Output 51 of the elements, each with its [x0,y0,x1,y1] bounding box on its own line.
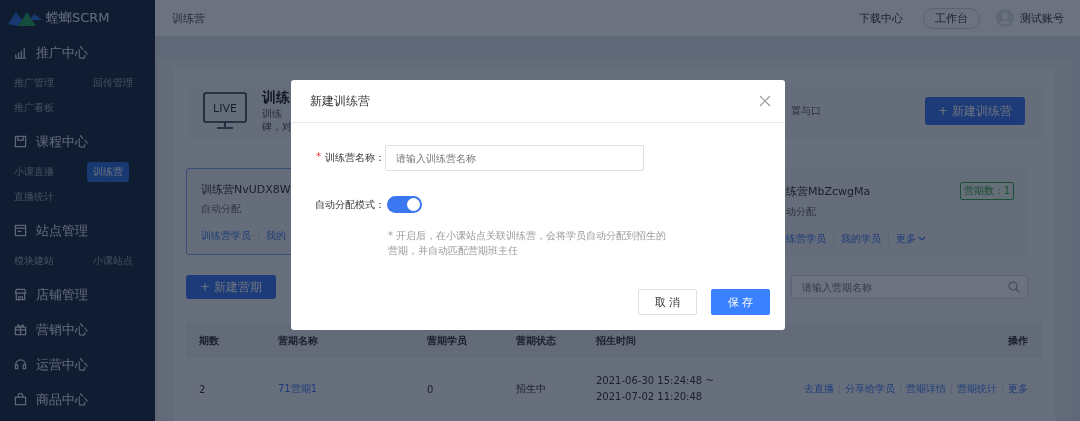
store-icon [14,288,27,301]
column-header: 期数 [186,323,265,358]
camp-link[interactable]: 练营学员 [786,232,826,246]
search-icon [1008,281,1020,293]
breadcrumb: 训练营 [172,10,206,26]
download-center-link[interactable]: 下载中心 [859,10,903,26]
toggle-switch[interactable] [387,196,422,213]
save-button[interactable]: 保 存 [711,289,770,315]
hint-text: 营期，并自动匹配营期班主任 [388,244,519,258]
new-camp-button[interactable]: + 新建训练营 [925,97,1025,125]
hint-text: * 开启后，在小课站点关联训练营，会将学员自动分配到招生的 [388,229,668,243]
camp-link[interactable]: 我的 [266,229,286,243]
field-label: 训练营名称： [325,151,385,165]
camp-link[interactable]: 训练营学员 [201,229,251,243]
sidebar-section[interactable]: 推广中心 [0,35,155,70]
name-input[interactable]: 请输入训练营名称 [385,145,644,171]
chart-icon [14,46,27,59]
sidebar-section[interactable]: 课程中心 [0,124,155,159]
close-icon[interactable] [759,95,771,107]
cancel-button[interactable]: 取 消 [638,289,697,315]
workbench-button[interactable]: 工作台 [923,7,980,29]
field-label: 自动分配模式： [315,197,385,212]
sidebar-item[interactable]: 训练营 [87,161,129,182]
camp-link[interactable]: 更多 [896,232,926,246]
account-name[interactable]: 测试账号 [1020,10,1064,26]
period-name-link[interactable]: 71营期1 [278,382,318,396]
action-link[interactable]: 分享给学员 [845,382,895,396]
intro-title: 训练 [262,89,291,107]
sidebar-section[interactable]: 商品中心 [0,382,155,417]
action-link[interactable]: 营期详情 [906,382,946,396]
camp-title: 训练营NvUDX8W [201,182,291,197]
window-icon [14,224,27,237]
period-count-tag: 营期数：1 [959,182,1014,200]
gift-icon [14,323,27,336]
action-link[interactable]: 更多 [1008,382,1028,396]
sidebar-section[interactable]: 运营中心 [0,347,155,382]
headset-icon [14,358,27,371]
camp-link[interactable]: 我的学员 [841,232,881,246]
floppy-icon [14,135,27,148]
dialog-title: 新建训练营 [310,92,371,110]
camp-title: 练营MbZcwgMa [786,183,871,199]
new-period-button[interactable]: + 新建营期 [186,275,276,299]
action-link[interactable]: 营期统计 [957,382,997,396]
required-mark: * [316,151,321,164]
sidebar-section[interactable]: 营销中心 [0,312,155,347]
bag-icon [14,393,27,406]
logo-text: 螳螂SCRM [46,8,110,27]
column-header: 操作 [753,323,1042,358]
sidebar-section[interactable]: 站点管理 [0,213,155,248]
caret-icon [918,236,926,242]
sidebar-section[interactable]: 店铺管理 [0,277,155,312]
